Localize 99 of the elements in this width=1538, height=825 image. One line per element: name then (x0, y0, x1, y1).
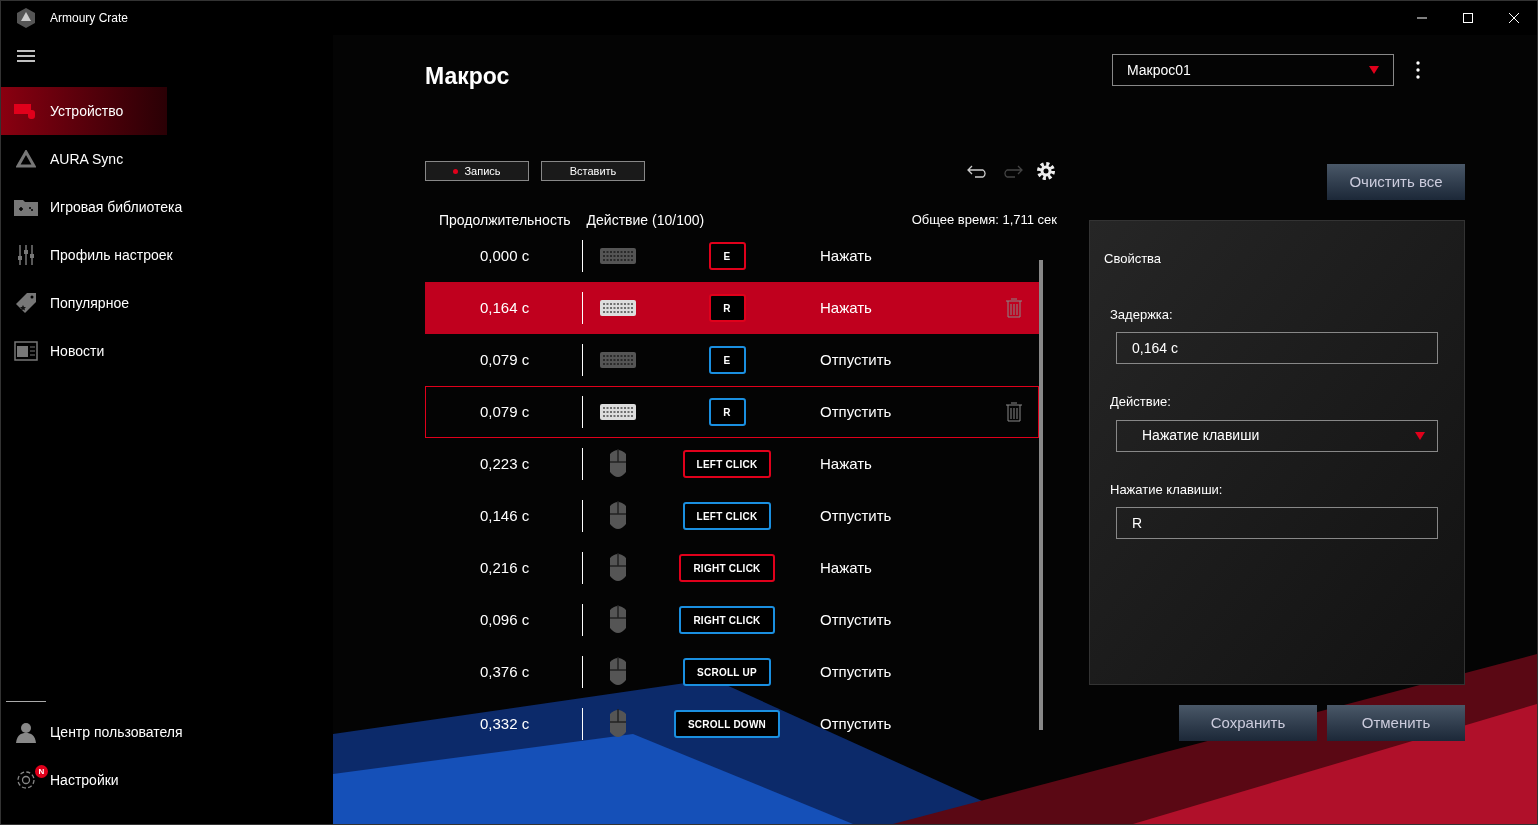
action-cell-text: Нажать (820, 297, 872, 318)
duration-cell-text: 0,146 с (479, 505, 531, 526)
duration-cell-text: 0,332 с (479, 713, 531, 734)
settings-icon (1035, 160, 1057, 182)
sliders-icon (15, 245, 36, 265)
action-cell-text: Нажать (820, 453, 872, 474)
action-cell-text: Отпустить (820, 349, 892, 370)
cancel-button[interactable]: Отменить (1327, 705, 1465, 741)
total-time: Общее время: 1,711 сек (911, 211, 1057, 230)
column-header: Продолжительность (439, 210, 571, 230)
window-title: Armoury Crate (50, 10, 129, 27)
duration-cell-text: 0,079 с (479, 349, 531, 370)
user-icon (14, 721, 37, 743)
action-cell-text: Отпустить (820, 505, 892, 526)
sidebar-item[interactable]: N Настройки (1, 756, 333, 804)
dropdown-arrow-icon (1369, 66, 1379, 74)
app-logo-icon (15, 7, 37, 29)
mouse-icon (607, 604, 629, 636)
gamepad-folder-icon (13, 198, 38, 216)
menu-icon (17, 50, 35, 62)
key-badge: E (708, 242, 746, 270)
duration-cell-text: 0,223 с (479, 453, 531, 474)
record-dot-icon (453, 168, 459, 174)
key-badge: RIGHT CLICK (679, 606, 775, 634)
input-field[interactable]: 0,164 с (1116, 332, 1438, 364)
maximize-icon (1463, 13, 1473, 23)
macro-row[interactable]: 0,079 с E Отпустить (425, 334, 1039, 386)
close-icon (1509, 13, 1519, 23)
undo-icon (967, 164, 989, 178)
save-button[interactable]: Сохранить (1179, 705, 1317, 741)
macro-row[interactable]: 0,000 с E Нажать (425, 230, 1039, 282)
key-badge: R (708, 398, 746, 426)
action-dropdown[interactable]: Нажатие клавиши (1116, 419, 1438, 452)
record-button[interactable]: Запись (425, 161, 529, 181)
mouse-icon (607, 552, 629, 584)
action-cell-text: Нажать (820, 557, 872, 578)
key-badge: LEFT CLICK (682, 450, 772, 478)
keyboard-icon (600, 403, 636, 421)
redo-icon (1001, 164, 1023, 178)
keyboard-icon (600, 351, 636, 369)
mouse-icon (607, 448, 629, 480)
key-badge: RIGHT CLICK (679, 554, 775, 582)
duration-cell-text: 0,079 с (479, 401, 531, 422)
field-label: Действие: (1110, 393, 1172, 411)
more-options-icon (1416, 61, 1420, 79)
sidebar-item[interactable]: AURA Sync (1, 135, 333, 183)
macro-row[interactable]: 0,164 с R Нажать (425, 282, 1039, 334)
menu-button[interactable] (17, 49, 35, 63)
page-title: Макрос (425, 62, 511, 91)
action-cell-text: Отпустить (820, 401, 892, 422)
tag-icon (14, 292, 37, 314)
panel-title: Свойства (1104, 250, 1163, 268)
key-badge: E (708, 346, 746, 374)
sidebar-item[interactable]: Центр пользователя (1, 708, 333, 756)
macro-row[interactable]: 0,096 с RIGHT CLICK Отпустить (425, 594, 1039, 646)
keyboard-mouse-icon (13, 101, 38, 121)
dropdown-arrow-icon (1415, 431, 1425, 440)
duration-cell-text: 0,096 с (479, 609, 531, 630)
settings-icon (14, 769, 37, 791)
macro-row[interactable]: 0,146 с LEFT CLICK Отпустить (425, 490, 1039, 542)
keyboard-icon (600, 247, 636, 265)
mouse-icon (607, 500, 629, 532)
key-badge: SCROLL DOWN (673, 710, 781, 738)
key-badge: SCROLL UP (683, 658, 771, 686)
macro-row[interactable]: 0,223 с LEFT CLICK Нажать (425, 438, 1039, 490)
trash-icon (1005, 402, 1023, 422)
sidebar-item[interactable]: Новости (1, 327, 333, 375)
trash-icon (1005, 298, 1023, 318)
newspaper-icon (13, 341, 38, 361)
action-cell-text: Отпустить (820, 713, 892, 734)
duration-cell-text: 0,376 с (479, 661, 531, 682)
field-label: Задержка: (1110, 305, 1174, 324)
column-header: Действие (10/100) (586, 210, 705, 230)
sidebar-item[interactable]: Популярное (1, 279, 333, 327)
insert-button[interactable]: Вставить (541, 161, 645, 181)
input-field[interactable]: R (1116, 507, 1438, 539)
action-cell-text: Нажать (820, 245, 872, 266)
sidebar-item[interactable]: Игровая библиотека (1, 183, 333, 231)
key-badge: R (708, 294, 746, 322)
action-cell-text: Отпустить (820, 661, 892, 682)
duration-cell-text: 0,216 с (479, 557, 531, 578)
mouse-icon (607, 708, 629, 740)
macro-row[interactable]: 0,216 с RIGHT CLICK Нажать (425, 542, 1039, 594)
duration-cell-text: 0,000 с (479, 245, 531, 266)
triangle-icon (15, 150, 36, 168)
duration-cell-text: 0,164 с (479, 297, 531, 318)
action-cell-text: Отпустить (820, 609, 892, 630)
macro-dropdown[interactable]: Макрос01 (1112, 54, 1394, 86)
clear-all-button[interactable]: Очистить все (1327, 164, 1465, 200)
keyboard-icon (600, 299, 636, 317)
settings-button[interactable] (1035, 160, 1057, 182)
mouse-icon (607, 656, 629, 688)
macro-row[interactable]: 0,332 с SCROLL DOWN Отпустить (425, 698, 1039, 750)
sidebar-item[interactable]: Профиль настроек (1, 231, 333, 279)
field-label: Нажатие клавиши: (1110, 480, 1224, 499)
notification-badge: N (35, 765, 48, 778)
key-badge: LEFT CLICK (682, 502, 772, 530)
macro-row[interactable]: 0,376 с SCROLL UP Отпустить (425, 646, 1039, 698)
macro-row[interactable]: 0,079 с R Отпустить (425, 386, 1039, 438)
